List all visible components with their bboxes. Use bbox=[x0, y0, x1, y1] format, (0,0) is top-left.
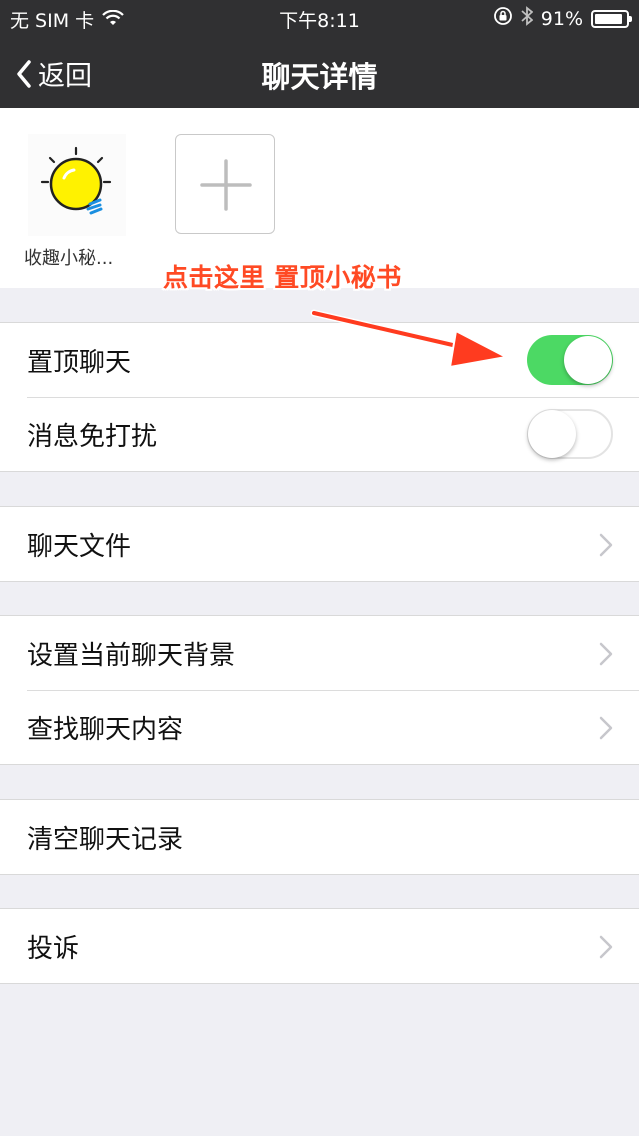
chat-background-row[interactable]: 设置当前聊天背景 bbox=[0, 616, 639, 690]
clear-history-label: 清空聊天记录 bbox=[27, 824, 184, 855]
member-avatar[interactable] bbox=[28, 134, 126, 236]
search-chat-row[interactable]: 查找聊天内容 bbox=[0, 690, 639, 764]
nav-bar: 返回 聊天详情 bbox=[0, 36, 639, 108]
chevron-right-icon bbox=[599, 935, 613, 959]
search-chat-label: 查找聊天内容 bbox=[27, 714, 184, 745]
battery-icon bbox=[591, 9, 632, 28]
settings-group-clear: 清空聊天记录 bbox=[0, 799, 639, 875]
pin-chat-toggle[interactable] bbox=[527, 335, 613, 385]
chevron-right-icon bbox=[599, 533, 613, 557]
toggle-knob bbox=[528, 410, 576, 458]
add-member-button[interactable] bbox=[175, 134, 275, 234]
toggle-knob bbox=[564, 336, 612, 384]
settings-group-report: 投诉 bbox=[0, 908, 639, 984]
clear-history-row[interactable]: 清空聊天记录 bbox=[0, 800, 639, 874]
lightbulb-icon bbox=[40, 146, 112, 215]
chat-background-label: 设置当前聊天背景 bbox=[27, 640, 236, 671]
mute-row: 消息免打扰 bbox=[0, 397, 639, 471]
orientation-lock-icon bbox=[493, 6, 513, 31]
battery-fill bbox=[595, 13, 623, 24]
status-bar: 无 SIM 卡 下午8:11 91% bbox=[0, 0, 639, 36]
top-bar: 无 SIM 卡 下午8:11 91% 返回 聊天详情 bbox=[0, 0, 639, 108]
annotation-text: 点击这里 置顶小秘书 bbox=[163, 263, 402, 292]
status-right: 91% bbox=[493, 6, 632, 31]
chat-files-label: 聊天文件 bbox=[27, 531, 132, 562]
battery-percent: 91% bbox=[540, 7, 583, 30]
page-title: 聊天详情 bbox=[261, 60, 378, 94]
plus-icon bbox=[200, 159, 252, 211]
annotation-arrow-icon bbox=[310, 309, 507, 368]
report-row[interactable]: 投诉 bbox=[0, 909, 639, 983]
report-label: 投诉 bbox=[27, 933, 80, 964]
settings-group-chat: 设置当前聊天背景 查找聊天内容 bbox=[0, 615, 639, 765]
settings-group-files: 聊天文件 bbox=[0, 506, 639, 582]
chevron-right-icon bbox=[599, 716, 613, 740]
chat-files-row[interactable]: 聊天文件 bbox=[0, 507, 639, 581]
mute-toggle[interactable] bbox=[527, 409, 613, 459]
member-name: 收趣小秘... bbox=[24, 248, 114, 269]
chevron-right-icon bbox=[599, 642, 613, 666]
bluetooth-icon bbox=[521, 6, 534, 31]
